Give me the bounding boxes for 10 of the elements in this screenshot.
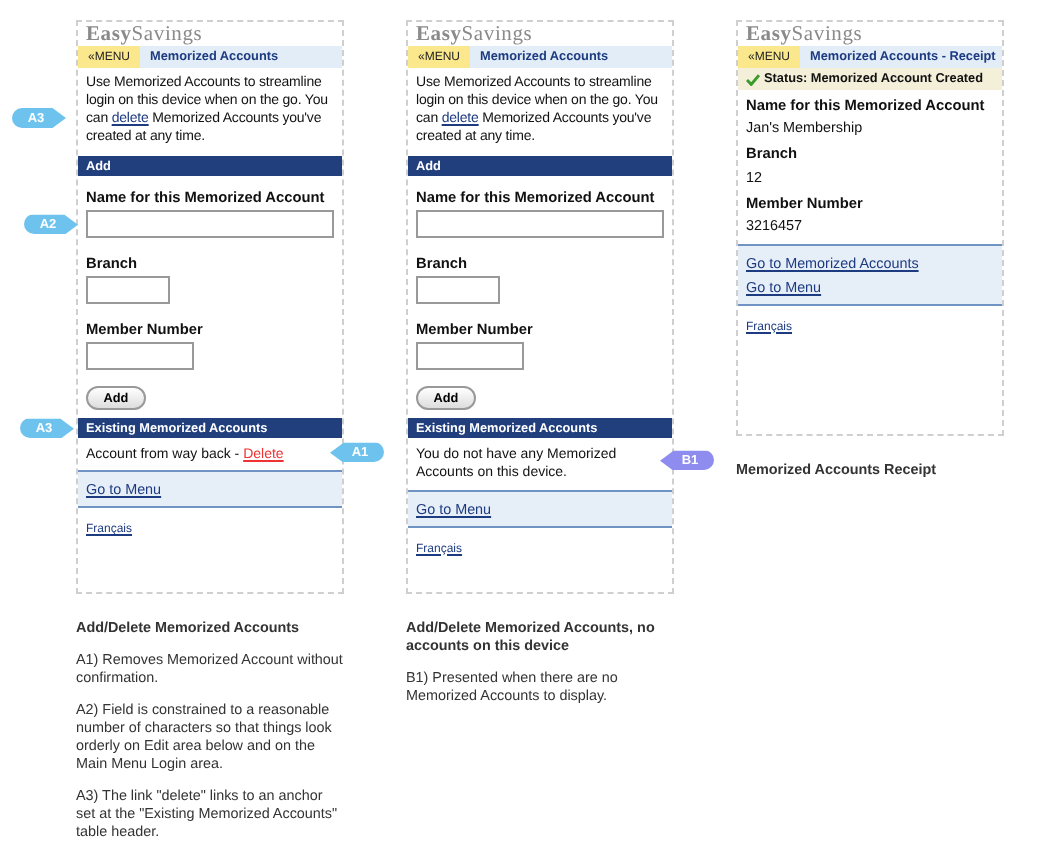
logo: EasySavings (84, 22, 205, 46)
input-field[interactable] (86, 276, 170, 305)
input-field[interactable] (416, 210, 664, 239)
input-field[interactable] (86, 342, 194, 371)
logo: EasySavings (414, 22, 535, 46)
input-field[interactable] (416, 276, 500, 305)
input-field[interactable] (416, 342, 524, 371)
input-field[interactable] (86, 210, 334, 239)
logo: EasySavings (744, 22, 865, 46)
checkmark-icon (746, 73, 760, 85)
